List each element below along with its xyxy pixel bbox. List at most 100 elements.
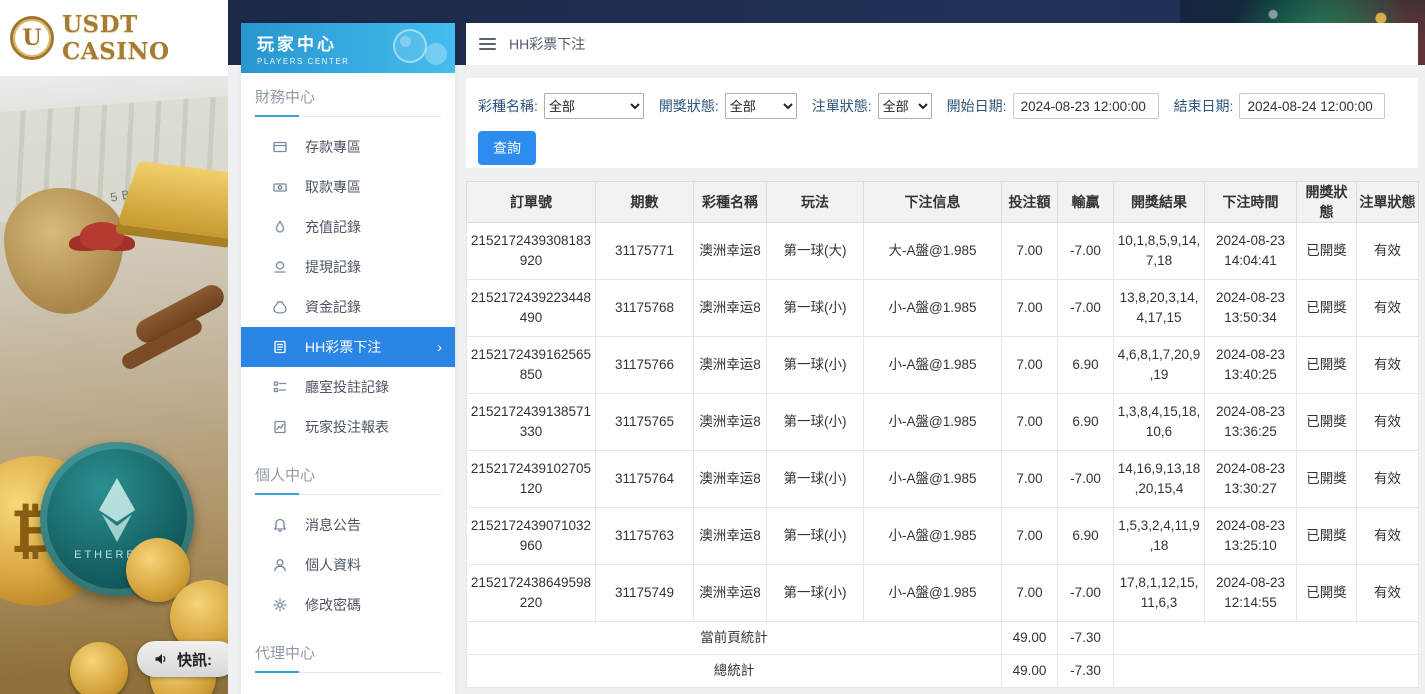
- table-cell: 已開獎: [1297, 565, 1357, 622]
- table-cell: 澳洲幸运8: [694, 280, 767, 337]
- sidebar-item-room-bet-records[interactable]: 廳室投註記錄: [241, 367, 455, 407]
- table-row: 215217243930818392031175771澳洲幸运8第一球(大)大-…: [467, 223, 1419, 280]
- table-cell: 已開獎: [1297, 337, 1357, 394]
- bet-status-select[interactable]: 全部: [878, 93, 932, 119]
- draw-status-select[interactable]: 全部: [725, 93, 797, 119]
- table-cell: 已開獎: [1297, 508, 1357, 565]
- column-header: 下注信息: [864, 182, 1002, 223]
- table-cell: 第一球(小): [767, 565, 864, 622]
- sidebar-item-deposit-zone[interactable]: 存款專區: [241, 127, 455, 167]
- sidebar-item-announcements[interactable]: 消息公告: [241, 505, 455, 545]
- sidebar-item-label: 取款專區: [305, 177, 361, 197]
- table-cell: -7.00: [1058, 565, 1114, 622]
- user-icon: [272, 557, 289, 574]
- table-cell: 6.90: [1058, 508, 1114, 565]
- table-cell: 有效: [1357, 565, 1419, 622]
- personal-menu: 消息公告 個人資料 修改密碼: [241, 499, 455, 629]
- column-header: 訂單號: [467, 182, 596, 223]
- summary-label: 當前頁統計: [467, 622, 1002, 655]
- news-flash-label: 快訊:: [177, 649, 212, 670]
- sidebar-item-change-password[interactable]: 修改密碼: [241, 585, 455, 625]
- section-finance-center: 財務中心: [255, 86, 441, 117]
- report-icon: [272, 419, 289, 436]
- summary-row: 總統計49.00-7.30: [467, 655, 1419, 688]
- bet-status-filter: 注單狀態: 全部: [812, 93, 932, 119]
- table-cell: 2152172439071032960: [467, 508, 596, 565]
- table-cell: 澳洲幸运8: [694, 394, 767, 451]
- query-button[interactable]: 查詢: [478, 131, 536, 165]
- table-cell: 7.00: [1002, 394, 1058, 451]
- draw-status-label: 開獎狀態:: [659, 96, 719, 116]
- table-cell: 第一球(大): [767, 223, 864, 280]
- ethereum-logo-icon: [95, 478, 139, 542]
- funds-icon: [272, 299, 289, 316]
- column-header: 彩種名稱: [694, 182, 767, 223]
- sidebar-item-player-bet-report[interactable]: 玩家投注報表: [241, 407, 455, 447]
- gear-icon: [272, 597, 289, 614]
- sidebar-item-label: 廳室投註記錄: [305, 377, 389, 397]
- bets-table: 訂單號期數彩種名稱玩法下注信息投注額輸贏開獎結果下注時間開獎狀態注單狀態 215…: [466, 181, 1419, 688]
- sidebar-item-profile[interactable]: 個人資料: [241, 545, 455, 585]
- deposit-icon: [272, 139, 289, 156]
- column-header: 玩法: [767, 182, 864, 223]
- table-cell: 31175766: [596, 337, 694, 394]
- ball-decoration-icon: [393, 29, 427, 63]
- red-bow-graphic: [80, 222, 124, 250]
- brand-logo[interactable]: U USDT CASINO: [0, 0, 228, 76]
- lottery-name-label: 彩種名稱:: [478, 96, 538, 116]
- table-cell: 2152172439138571330: [467, 394, 596, 451]
- news-flash-button[interactable]: 快訊:: [137, 641, 228, 677]
- table-cell: 小-A盤@1.985: [864, 337, 1002, 394]
- table-cell: 31175749: [596, 565, 694, 622]
- sidebar-item-label: 資金記錄: [305, 297, 361, 317]
- bell-icon: [272, 517, 289, 534]
- table-cell: 2152172438649598220: [467, 565, 596, 622]
- lottery-name-select[interactable]: 全部: [544, 93, 644, 119]
- table-cell: 已開獎: [1297, 223, 1357, 280]
- table-cell: 小-A盤@1.985: [864, 451, 1002, 508]
- sidebar-item-label: 提現記錄: [305, 257, 361, 277]
- table-cell: 2024-08-23 13:36:25: [1205, 394, 1297, 451]
- table-row: 215217243916256585031175766澳洲幸运8第一球(小)小-…: [467, 337, 1419, 394]
- table-cell: 有效: [1357, 451, 1419, 508]
- sidebar-item-withdraw-records[interactable]: 提現記錄: [241, 247, 455, 287]
- table-cell: 第一球(小): [767, 451, 864, 508]
- section-agent-center: 代理中心: [255, 642, 441, 673]
- summary-empty-cell: [1114, 622, 1419, 655]
- filter-row: 彩種名稱: 全部 開獎狀態: 全部 注單狀態: 全部 開始日期: 結束日期:: [478, 93, 1406, 119]
- table-cell: -7.00: [1058, 223, 1114, 280]
- table-cell: 10,1,8,5,9,14,7,18: [1114, 223, 1205, 280]
- end-date-label: 結束日期:: [1174, 96, 1234, 116]
- sidebar-item-recharge-records[interactable]: 充值記錄: [241, 207, 455, 247]
- column-header: 下注時間: [1205, 182, 1297, 223]
- sidebar-item-label: 修改密碼: [305, 595, 361, 615]
- sidebar-item-fund-records[interactable]: 資金記錄: [241, 287, 455, 327]
- page-header: HH彩票下注: [466, 23, 1418, 65]
- end-date-input[interactable]: [1239, 93, 1385, 119]
- table-cell: 31175764: [596, 451, 694, 508]
- start-date-input[interactable]: [1013, 93, 1159, 119]
- sidebar-item-agent-rules[interactable]: 代理規則說明: [241, 683, 455, 694]
- sidebar-item-label: HH彩票下注: [305, 337, 381, 357]
- gavel-graphic: [132, 281, 228, 347]
- table-row: 215217243922344849031175768澳洲幸运8第一球(小)小-…: [467, 280, 1419, 337]
- table-cell: 13,8,20,3,14,4,17,15: [1114, 280, 1205, 337]
- table-row: 215217243910270512031175764澳洲幸运8第一球(小)小-…: [467, 451, 1419, 508]
- menu-toggle-icon[interactable]: [479, 38, 496, 50]
- start-date-filter: 開始日期:: [947, 93, 1159, 119]
- speaker-icon: [153, 651, 169, 667]
- table-cell: -7.00: [1058, 280, 1114, 337]
- sidebar-item-hh-lottery-bets[interactable]: HH彩票下注 ›: [241, 327, 455, 367]
- table-cell: 2152172439308183920: [467, 223, 596, 280]
- table-cell: 第一球(小): [767, 508, 864, 565]
- table-cell: 第一球(小): [767, 394, 864, 451]
- summary-empty-cell: [1114, 655, 1419, 688]
- end-date-filter: 結束日期:: [1174, 93, 1386, 119]
- column-header: 期數: [596, 182, 694, 223]
- table-cell: 17,8,1,12,15,11,6,3: [1114, 565, 1205, 622]
- recharge-icon: [272, 219, 289, 236]
- table-cell: 有效: [1357, 280, 1419, 337]
- table-cell: 1,5,3,2,4,11,9,18: [1114, 508, 1205, 565]
- sidebar-item-withdraw-zone[interactable]: 取款專區: [241, 167, 455, 207]
- table-cell: 大-A盤@1.985: [864, 223, 1002, 280]
